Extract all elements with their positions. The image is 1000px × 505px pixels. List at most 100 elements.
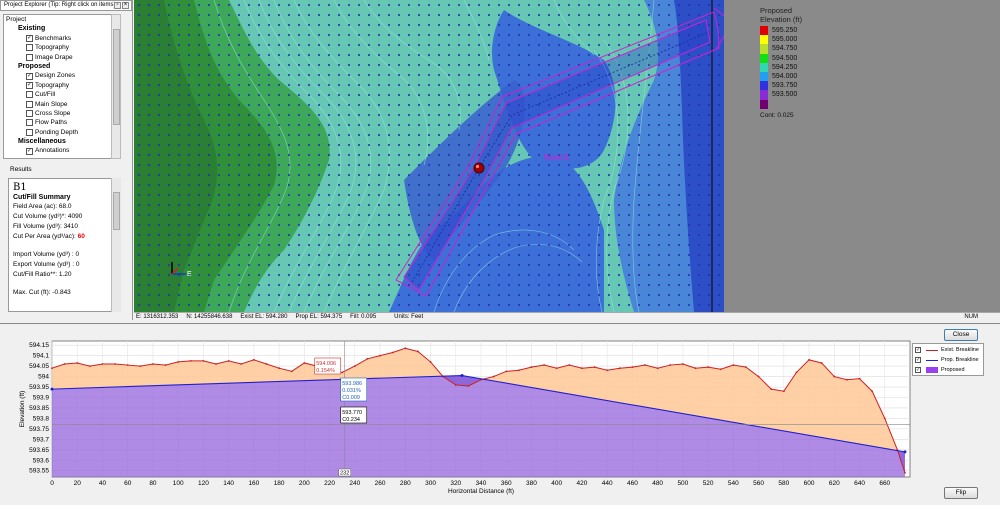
close-button[interactable]: Close [944,329,978,341]
checkbox[interactable]: ✓ [26,81,33,89]
existing-point [669,364,672,366]
legend-swatch [926,360,938,366]
axis-e-label: E [187,271,192,278]
legend-swatch [926,350,938,356]
y-tick-label: 594.1 [33,353,50,360]
legend-entry: 593.750 [760,81,802,91]
existing-point [467,385,470,387]
export-volume: Export Volume (yd³) : 0 [13,261,80,268]
cut-per-area-label: Cut Per Area (yd³/ac): [13,233,76,240]
tree-group-proposed[interactable]: Proposed [4,62,120,71]
checkbox[interactable]: ✓ [26,147,33,155]
x-tick-label: 380 [526,480,537,487]
status-num: NUM [964,314,978,320]
max-cut: Max. Cut (ft): -0.843 [13,289,71,296]
checkbox[interactable] [26,100,33,108]
tree-item-topography[interactable]: ✓ Topography [4,81,120,90]
existing-point [568,364,571,366]
tree-scrollbar[interactable] [111,14,121,159]
prop-tooltip-text: C0.009 [342,395,360,401]
tree-group-miscellaneous[interactable]: Miscellaneous [4,137,120,146]
tree-scroll-thumb[interactable] [113,29,120,125]
contour-interval: Cont: 0.025 [760,111,794,119]
legend-label: Proposed [941,367,965,373]
tree-item-cut-fill[interactable]: Cut/Fill [4,90,120,99]
checkbox[interactable]: ✓ [26,34,33,42]
tree-group-existing[interactable]: Existing [4,24,120,33]
existing-point [63,363,66,365]
checkbox[interactable]: ✓ [26,72,33,80]
tree-item-flow-paths[interactable]: Flow Paths [4,118,120,127]
existing-point [719,368,722,371]
existing-point [858,377,861,380]
close-icon[interactable]: × [122,2,129,9]
legend-swatch [760,62,768,72]
existing-point [417,350,419,353]
y-tick-label: 593.7 [33,436,50,443]
existing-point [732,364,735,366]
tree-item-ponding-depth[interactable]: Ponding Depth [4,128,120,137]
existing-point [883,417,886,420]
legend-swatch [760,90,768,100]
checkbox[interactable]: ✓ [915,347,921,353]
map-view[interactable]: Board1 E [134,0,724,312]
tree-item-annotations[interactable]: ✓ Annotations [4,146,120,155]
prop-tooltip-text: 593.986 [342,381,362,387]
legend-value: 594.000 [772,73,798,81]
existing-point [152,363,154,365]
cursor-tooltip-text: C0.234 [342,417,360,423]
x-tick-label: 220 [324,480,335,487]
x-tick-label: 40 [99,480,107,487]
tree-item-cross-slope[interactable]: Cross Slope [4,109,120,118]
legend-swatch [760,71,768,82]
tree-item-label: Flow Paths [35,119,68,127]
existing-point [644,364,646,366]
profile-legend-entry: ✓ Proposed [915,365,981,375]
legend-subtitle: Elevation (ft) [760,15,803,24]
checkbox[interactable] [26,119,33,127]
results-scrollbar[interactable] [111,178,121,312]
results-scroll-thumb[interactable] [113,192,120,230]
checkbox[interactable] [26,44,33,52]
checkbox[interactable] [26,128,33,136]
y-tick-label: 593.95 [29,384,49,391]
existing-point [51,367,53,370]
existing-point [707,366,710,369]
existing-point [303,362,306,364]
x-tick-label: 540 [728,480,739,487]
x-tick-label: 180 [274,480,285,487]
legend-entry: 594.750 [760,44,802,54]
tree-item-topography[interactable]: Topography [4,43,120,52]
existing-point [126,364,129,366]
tree-item-main-slope[interactable]: Main Slope [4,100,120,109]
map-canvas[interactable]: Board1 E [134,0,724,312]
tree-item-benchmarks[interactable]: ✓ Benchmarks [4,34,120,43]
tree-root[interactable]: Project [4,15,120,24]
legend-label: Exist. Breakline [941,347,979,353]
x-tick-label: 520 [703,480,714,487]
existing-point [429,361,432,363]
x-tick-label: 340 [476,480,487,487]
flip-button[interactable]: Flip [944,487,978,499]
y-tick-label: 594.15 [29,342,49,349]
x-tick-label: 280 [400,480,411,487]
checkbox[interactable] [26,53,33,61]
y-tick-label: 593.85 [29,405,49,412]
project-explorer-title: Project Explorer (Tip: Right click on it… [4,2,116,8]
tree-item-image-drape[interactable]: Image Drape [4,53,120,62]
checkbox[interactable] [26,91,33,99]
checkbox[interactable]: ✓ [915,357,921,363]
checkbox[interactable]: ✓ [915,367,921,373]
dock-icon[interactable]: ▫ [114,2,121,9]
legend-swatch [760,44,768,54]
legend-value: 594.500 [772,54,798,62]
profile-chart[interactable]: 594.15 594.1 594.05 594 593.95 593.9 593.85 593… [0,324,1000,505]
cursor-tooltip-text: 593.770 [342,410,362,416]
existing-point [114,363,116,365]
existing-point [278,367,281,370]
tree-item-design-zones[interactable]: ✓ Design Zones [4,71,120,80]
x-tick-label: 320 [450,480,461,487]
checkbox[interactable] [26,110,33,118]
legend-entry: 594.500 [760,53,802,63]
status-bar: E: 1316312.353 N: 14255846.638 Exist EL:… [134,312,1000,321]
